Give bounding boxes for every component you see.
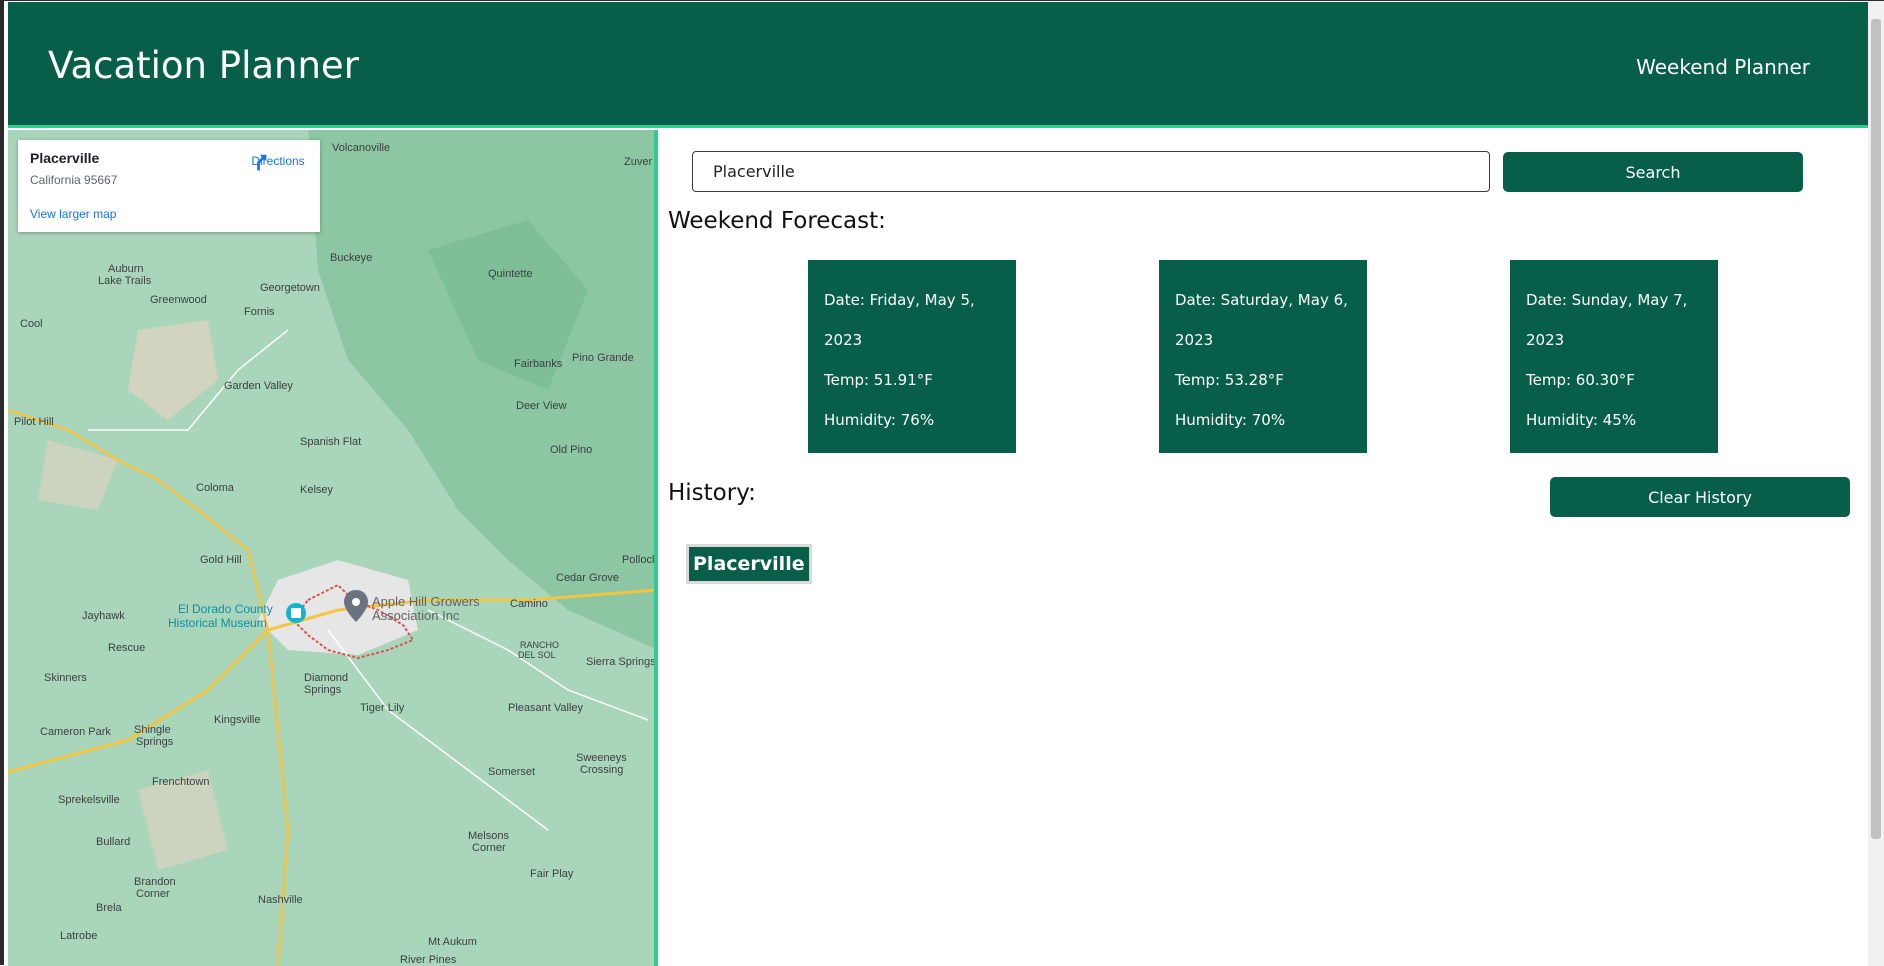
map-label-museum-1: El Dorado County <box>178 602 273 616</box>
map-label-brandon: Brandon <box>134 876 176 888</box>
map-label-museum-2: Historical Museum <box>168 616 267 630</box>
map-label-jayhawk: Jayhawk <box>82 610 125 622</box>
forecast-card-friday: Date: Friday, May 5, 2023 Temp: 51.91°F … <box>808 260 1016 453</box>
map-label-crossing: Crossing <box>580 764 624 776</box>
clear-history-button[interactable]: Clear History <box>1550 477 1850 517</box>
map-label-river-pines: River Pines <box>400 954 457 966</box>
map-label-frenchtown: Frenchtown <box>152 776 210 788</box>
map-label-skinners: Skinners <box>44 672 87 684</box>
map-label-camino: Camino <box>510 598 548 610</box>
map-label-cameron-park: Cameron Park <box>40 726 111 738</box>
app-title: Vacation Planner <box>48 44 359 87</box>
map-label-nashville: Nashville <box>258 894 303 906</box>
map-label-greenwood: Greenwood <box>150 294 207 306</box>
map-label-fornis: Fornis <box>244 306 275 318</box>
forecast-humidity: Humidity: 76% <box>824 411 935 429</box>
map-label-brela: Brela <box>96 902 122 914</box>
map-label-melsons-corner: Corner <box>472 842 506 854</box>
forecast-humidity: Humidity: 70% <box>1175 411 1286 429</box>
directions-icon <box>257 154 267 171</box>
map-label-tiger-lily: Tiger Lily <box>360 702 405 714</box>
map-label-apple-hill-1: Apple Hill Growers <box>372 594 480 609</box>
map-label-spanish-flat: Spanish Flat <box>300 436 362 448</box>
forecast-date: Date: Sunday, May 7, 2023 <box>1526 291 1688 349</box>
forecast-card-saturday: Date: Saturday, May 6, 2023 Temp: 53.28°… <box>1159 260 1367 453</box>
map-label-springs: Springs <box>304 684 342 696</box>
map-label-shingle: Shingle <box>134 724 171 736</box>
forecast-temp: Temp: 51.91°F <box>824 371 933 389</box>
app-header: Vacation Planner Weekend Planner <box>8 2 1872 128</box>
browser-window: Vacation Planner Weekend Planner Volcano… <box>0 0 1884 966</box>
forecast-temp: Temp: 53.28°F <box>1175 371 1284 389</box>
map-label-fair-play: Fair Play <box>530 868 574 880</box>
map-place-card: Placerville California 95667 View larger… <box>18 140 320 232</box>
forecast-date: Date: Saturday, May 6, 2023 <box>1175 291 1348 349</box>
history-item-button[interactable]: Placerville <box>686 544 812 584</box>
map-label-rescue: Rescue <box>108 642 146 654</box>
forecast-humidity: Humidity: 45% <box>1526 411 1637 429</box>
museum-marker-icon <box>286 603 306 623</box>
map-label-pleasant-valley: Pleasant Valley <box>508 702 584 714</box>
map-label-melsons: Melsons <box>468 830 509 842</box>
map-label-kingsville: Kingsville <box>214 714 261 726</box>
map-label-sweeneys: Sweeneys <box>576 752 627 764</box>
map-label-mt-aukum: Mt Aukum <box>428 936 477 948</box>
map-label-sprekelsville: Sprekelsville <box>58 794 120 806</box>
map-label-georgetown: Georgetown <box>260 282 320 294</box>
weekend-planner-link[interactable]: Weekend Planner <box>1636 55 1810 79</box>
map-label-deer-view: Deer View <box>516 400 567 412</box>
map-label-fairbanks: Fairbanks <box>514 358 563 370</box>
map-label-volcanoville: Volcanoville <box>332 142 391 154</box>
scrollbar-thumb[interactable] <box>1871 19 1881 839</box>
main-content: Search Weekend Forecast: Date: Friday, M… <box>662 130 1872 966</box>
page-scrollbar[interactable] <box>1868 1 1884 966</box>
map-label-apple-hill-2: Association Inc <box>372 608 460 623</box>
map-label-somerset: Somerset <box>488 766 536 778</box>
map-label-pilot-hill: Pilot Hill <box>14 416 54 428</box>
map-label-old-pino: Old Pino <box>550 444 593 456</box>
map-label-shingle-springs: Springs <box>136 736 174 748</box>
map-label-sierra-springs: Sierra Springs <box>586 656 656 668</box>
map-label-lake-trails: Lake Trails <box>98 275 152 287</box>
map-label-quintette: Quintette <box>488 268 533 280</box>
map-label-cool: Cool <box>20 318 43 330</box>
search-button[interactable]: Search <box>1503 152 1803 192</box>
map-label-pollock: Pollock <box>622 554 658 566</box>
map-label-bullard: Bullard <box>96 836 131 848</box>
map-label-rancho: RANCHO <box>520 640 560 650</box>
map-label-cedar-grove: Cedar Grove <box>556 572 619 584</box>
forecast-temp: Temp: 60.30°F <box>1526 371 1635 389</box>
search-input[interactable] <box>692 151 1490 192</box>
view-larger-map-link[interactable]: View larger map <box>30 207 116 221</box>
map-label-latrobe: Latrobe <box>60 930 98 942</box>
map-label-coloma: Coloma <box>196 482 234 494</box>
map-label-buckeye: Buckeye <box>330 252 373 264</box>
map-label-kelsey: Kelsey <box>300 484 334 496</box>
map-label-garden-valley: Garden Valley <box>224 380 293 392</box>
place-name: Placerville <box>30 150 100 166</box>
map-label-brandon-corner: Corner <box>136 888 170 900</box>
map-label-pino-grande: Pino Grande <box>572 352 634 364</box>
forecast-title: Weekend Forecast: <box>668 208 886 234</box>
forecast-date: Date: Friday, May 5, 2023 <box>824 291 975 349</box>
place-address: California 95667 <box>30 173 118 187</box>
map-label-del-sol: DEL SOL <box>518 650 556 660</box>
map-label-gold-hill: Gold Hill <box>200 554 242 566</box>
history-title: History: <box>668 480 756 506</box>
map-label-diamond: Diamond <box>304 672 349 684</box>
map-embed[interactable]: Volcanoville Zuver Auburn Lake Trails Bu… <box>8 130 658 966</box>
map-label-zuver: Zuver <box>624 156 653 168</box>
directions-button[interactable]: Directions <box>248 152 308 171</box>
map-label-auburn: Auburn <box>108 263 144 275</box>
forecast-card-sunday: Date: Sunday, May 7, 2023 Temp: 60.30°F … <box>1510 260 1718 453</box>
